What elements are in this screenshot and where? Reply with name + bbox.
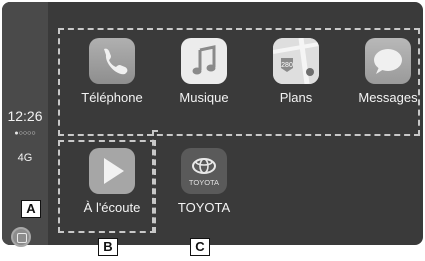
app-label: TOYOTA xyxy=(177,200,231,215)
callout-c: C xyxy=(190,238,210,256)
highlight-toyota xyxy=(152,130,158,233)
home-square-icon xyxy=(17,233,27,243)
callout-b: B xyxy=(98,238,118,256)
callout-a: A xyxy=(21,200,41,218)
highlight-app-row xyxy=(58,28,420,136)
toyota-logo-icon: TOYOTA xyxy=(181,148,227,194)
clock: 12:26 xyxy=(7,108,43,124)
toyota-logo-text: TOYOTA xyxy=(189,178,219,187)
signal-strength: ●○○○○ xyxy=(14,130,36,137)
network-type: 4G xyxy=(17,152,33,164)
home-button[interactable] xyxy=(11,227,31,247)
highlight-now-playing xyxy=(58,140,156,233)
